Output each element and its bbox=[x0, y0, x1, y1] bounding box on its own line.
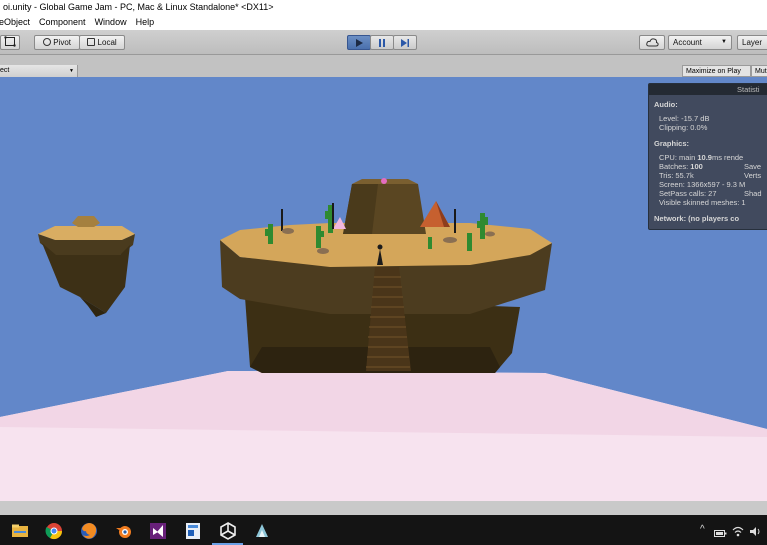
display-dropdown[interactable]: ect ▼ bbox=[0, 65, 78, 77]
editor-bottom-strip bbox=[0, 501, 767, 515]
layers-dropdown[interactable]: Layer bbox=[737, 35, 767, 50]
network-line: Network: (no players co bbox=[654, 214, 740, 223]
account-label: Account bbox=[673, 38, 702, 47]
blender-icon[interactable] bbox=[113, 520, 134, 541]
pivot-icon bbox=[42, 38, 51, 46]
screen-line: Screen: 1366x597 - 9.3 M bbox=[659, 180, 746, 189]
maximize-on-play-label: Maximize on Play bbox=[686, 68, 741, 75]
dropdown-arrow-icon: ▼ bbox=[721, 39, 727, 45]
pause-button[interactable] bbox=[370, 35, 394, 50]
window-title-bar: oi.unity - Global Game Jam - PC, Mac & L… bbox=[0, 0, 767, 14]
window-title: oi.unity - Global Game Jam - PC, Mac & L… bbox=[3, 2, 274, 12]
step-icon bbox=[401, 39, 409, 47]
pause-icon bbox=[379, 39, 385, 47]
wifi-icon[interactable] bbox=[732, 524, 744, 542]
file-explorer-icon[interactable] bbox=[9, 520, 30, 541]
statistics-panel: Statisti Audio: Level: -15.7 dB Clipping… bbox=[648, 83, 767, 230]
small-floating-island bbox=[38, 216, 135, 317]
menu-help[interactable]: Help bbox=[136, 14, 155, 30]
cpu-label: CPU: main bbox=[659, 153, 696, 162]
taskbar: ^ bbox=[0, 515, 767, 545]
saved-label: Save bbox=[744, 162, 762, 171]
batches-line: Batches: 100 bbox=[659, 162, 703, 171]
battery-icon[interactable] bbox=[714, 525, 727, 543]
graphics-header: Graphics: bbox=[654, 139, 690, 148]
unity-icon[interactable] bbox=[212, 520, 243, 545]
audio-level: Level: -15.7 dB bbox=[659, 114, 710, 123]
layers-label: Layer bbox=[742, 38, 763, 47]
verts-label: Verts bbox=[744, 171, 762, 180]
pivot-label: Pivot bbox=[53, 38, 72, 47]
chrome-icon[interactable] bbox=[43, 520, 64, 541]
menu-bar: eObject Component Window Help bbox=[0, 14, 767, 30]
setpass-line: SetPass calls: 27 bbox=[659, 189, 717, 198]
tray-chevron-icon[interactable]: ^ bbox=[700, 524, 705, 535]
statistics-header: Statisti bbox=[649, 84, 767, 95]
rect-tool-button[interactable] bbox=[0, 35, 20, 50]
cpu-unit: ms rende bbox=[711, 153, 744, 162]
menu-window[interactable]: Window bbox=[95, 14, 127, 30]
local-icon bbox=[87, 38, 96, 46]
game-view-header: ect ▼ Maximize on Play Mut bbox=[0, 55, 767, 77]
menu-component[interactable]: Component bbox=[39, 14, 86, 30]
main-toolbar: Pivot Local Account ▼ Layer bbox=[0, 30, 767, 55]
firefox-icon[interactable] bbox=[78, 520, 99, 541]
cpu-line: CPU: main 10.9ms rende bbox=[659, 153, 743, 162]
batches-label: Batches: bbox=[659, 162, 689, 171]
batches-value: 100 bbox=[690, 162, 703, 171]
paint-icon[interactable] bbox=[182, 520, 203, 541]
cpu-value: 10.9 bbox=[697, 153, 712, 162]
app-icon[interactable] bbox=[251, 520, 272, 541]
play-icon bbox=[356, 39, 363, 47]
local-button[interactable]: Local bbox=[79, 35, 125, 50]
pivot-button[interactable]: Pivot bbox=[34, 35, 80, 50]
account-dropdown[interactable]: Account ▼ bbox=[668, 35, 732, 50]
dropdown-arrow-icon: ▼ bbox=[69, 68, 74, 74]
mute-audio-label: Mut bbox=[755, 68, 767, 75]
volume-icon[interactable] bbox=[749, 524, 762, 542]
cloud-button[interactable] bbox=[639, 35, 665, 50]
mute-audio-toggle[interactable]: Mut bbox=[751, 65, 767, 77]
maximize-on-play-toggle[interactable]: Maximize on Play bbox=[682, 65, 751, 77]
step-button[interactable] bbox=[393, 35, 417, 50]
shadow-label: Shad bbox=[744, 189, 762, 198]
audio-clipping: Clipping: 0.0% bbox=[659, 123, 708, 132]
audio-header: Audio: bbox=[654, 100, 678, 109]
rect-tool-icon bbox=[4, 36, 16, 47]
statistics-title: Statisti bbox=[737, 85, 760, 94]
display-dropdown-label: ect bbox=[0, 67, 10, 74]
local-label: Local bbox=[97, 38, 117, 47]
tris-line: Tris: 55.7k bbox=[659, 171, 694, 180]
visual-studio-icon[interactable] bbox=[147, 520, 168, 541]
cloud-icon bbox=[645, 38, 659, 47]
skinned-meshes-line: Visible skinned meshes: 1 bbox=[659, 198, 746, 207]
menu-gameobject[interactable]: eObject bbox=[0, 14, 30, 30]
main-floating-island bbox=[220, 178, 552, 373]
play-button[interactable] bbox=[347, 35, 371, 50]
